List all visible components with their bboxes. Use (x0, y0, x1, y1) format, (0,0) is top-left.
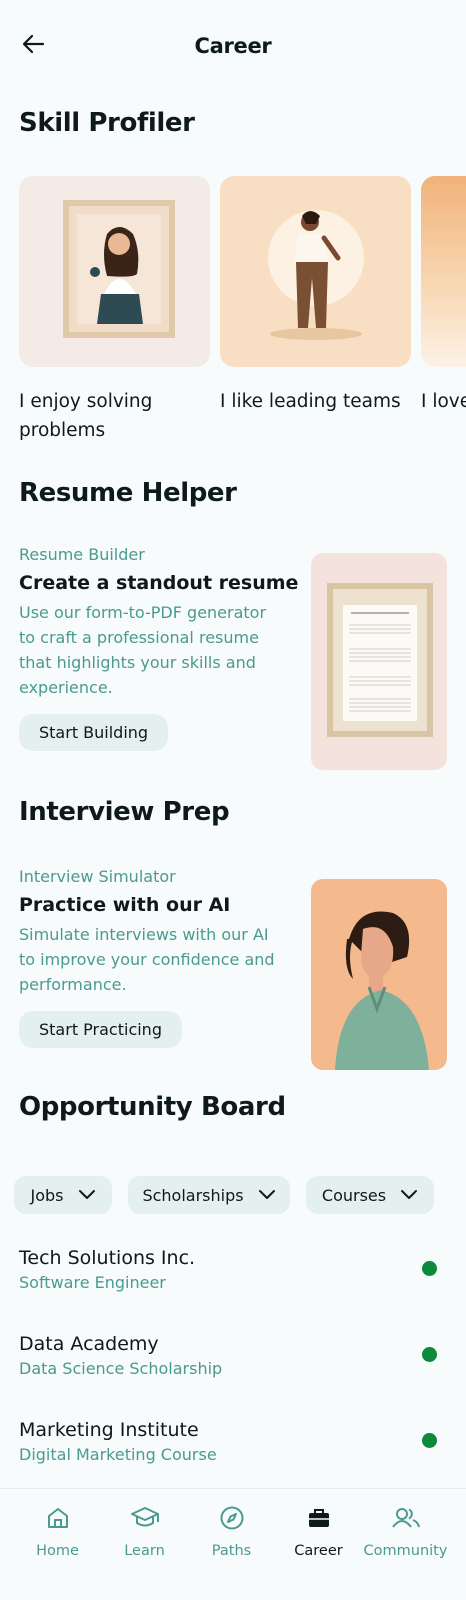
filter-jobs-dropdown[interactable]: Jobs (14, 1176, 112, 1214)
interview-woman-illustration (311, 879, 447, 1070)
start-practicing-button[interactable]: Start Practicing (19, 1011, 182, 1048)
opportunity-name: Tech Solutions Inc. (19, 1247, 196, 1269)
opportunity-item[interactable]: Marketing Institute Digital Marketing Co… (19, 1419, 447, 1479)
resume-builder-description: Use our form-to-PDF generator to craft a… (19, 603, 267, 697)
framed-woman-illustration (19, 176, 210, 367)
nav-label: Community (363, 1543, 448, 1559)
interview-simulator-card: Interview Simulator Practice with our AI… (19, 867, 447, 1072)
interview-prep-title: Interview Prep (19, 797, 230, 827)
opportunity-subtitle: Digital Marketing Course (19, 1445, 217, 1464)
status-dot (422, 1433, 437, 1448)
chevron-down-icon (400, 1189, 418, 1201)
nav-item-home[interactable]: Home (11, 1489, 104, 1600)
nav-item-paths[interactable]: Paths (185, 1489, 278, 1600)
opportunity-filters: Jobs Scholarships Courses (14, 1176, 466, 1214)
home-icon (43, 1503, 73, 1533)
opportunity-board-title: Opportunity Board (19, 1092, 286, 1122)
bottom-navigation: Home Learn Paths Career Community (0, 1488, 466, 1600)
status-dot (422, 1261, 437, 1276)
filter-label: Courses (321, 1185, 387, 1205)
opportunity-name: Data Academy (19, 1333, 159, 1355)
nav-label: Learn (124, 1543, 165, 1559)
graduation-cap-icon (130, 1503, 160, 1533)
briefcase-icon (304, 1503, 334, 1533)
skill-card-caption: I like leading teams (220, 391, 401, 412)
opportunity-subtitle: Software Engineer (19, 1273, 166, 1292)
opportunity-name: Marketing Institute (19, 1419, 199, 1441)
compass-icon (217, 1503, 247, 1533)
filter-label: Jobs (30, 1185, 64, 1205)
filter-scholarships-dropdown[interactable]: Scholarships (128, 1176, 290, 1214)
status-dot (422, 1347, 437, 1362)
nav-item-career[interactable]: Career (272, 1489, 365, 1600)
nav-label: Home (36, 1543, 79, 1559)
opportunity-subtitle: Data Science Scholarship (19, 1359, 223, 1378)
skill-cards-carousel[interactable]: I enjoy solving problems I like leading … (19, 176, 466, 456)
nav-label: Paths (211, 1543, 252, 1559)
top-bar: Career (0, 0, 466, 96)
nav-item-learn[interactable]: Learn (98, 1489, 191, 1600)
interview-simulator-description: Simulate interviews with our AI to impro… (19, 925, 275, 994)
page-title: Career (194, 34, 272, 58)
start-building-button[interactable]: Start Building (19, 714, 169, 751)
skill-card-solving-problems[interactable]: I enjoy solving problems (19, 176, 210, 445)
people-icon (391, 1503, 421, 1533)
filter-label: Scholarships (142, 1185, 244, 1205)
nav-label: Career (294, 1543, 343, 1559)
opportunity-item[interactable]: Data Academy Data Science Scholarship (19, 1333, 447, 1393)
chevron-down-icon (258, 1189, 276, 1201)
ideas-illustration (421, 176, 466, 367)
resume-builder-card: Resume Builder Create a standout resume … (19, 545, 447, 770)
chevron-down-icon (78, 1189, 96, 1201)
filter-courses-dropdown[interactable]: Courses (306, 1176, 434, 1214)
skill-card-caption: I enjoy solving problems (19, 391, 153, 441)
skill-profiler-title: Skill Profiler (19, 108, 195, 138)
framed-resume-illustration (311, 553, 447, 770)
skill-card-leading-teams[interactable]: I like leading teams (220, 176, 411, 416)
nav-item-community[interactable]: Community (359, 1489, 452, 1600)
resume-helper-title: Resume Helper (19, 478, 237, 508)
skill-card-love-ideas[interactable]: I love ideas (421, 176, 466, 416)
skill-card-caption: I love ideas (421, 391, 466, 412)
opportunity-item[interactable]: Tech Solutions Inc. Software Engineer (19, 1247, 447, 1307)
standing-woman-illustration (220, 176, 411, 367)
